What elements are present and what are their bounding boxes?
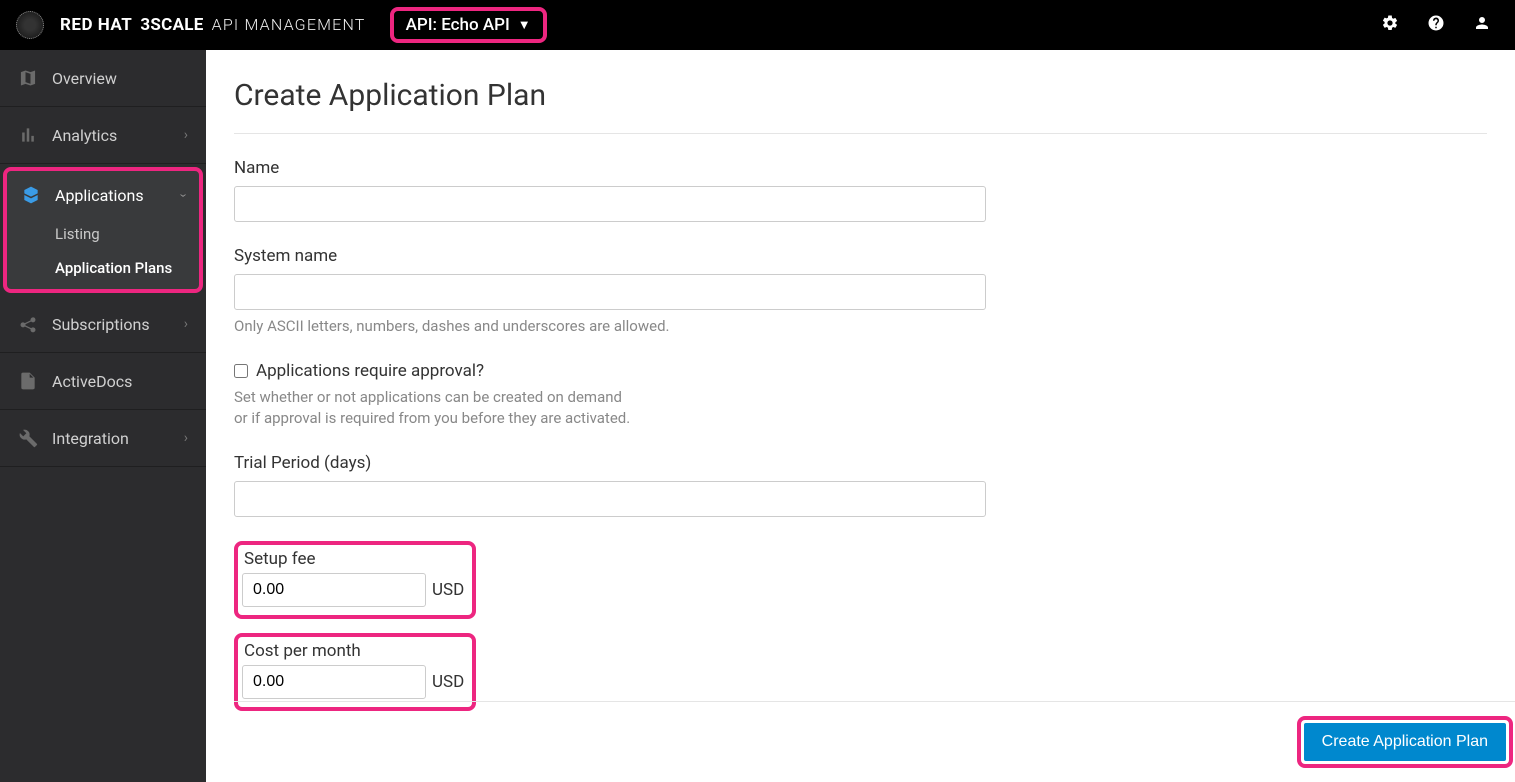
currency-label: USD bbox=[432, 672, 464, 692]
create-plan-form: Name System name Only ASCII letters, num… bbox=[234, 158, 986, 725]
setup-fee-field-group: Setup fee USD bbox=[234, 541, 986, 633]
cubes-icon bbox=[21, 185, 41, 205]
api-selector-label: API: Echo API bbox=[406, 15, 510, 35]
trial-period-input[interactable] bbox=[234, 481, 986, 517]
sidebar-item-label: Integration bbox=[52, 429, 129, 448]
chart-icon bbox=[18, 125, 38, 145]
cost-per-month-label: Cost per month bbox=[244, 641, 464, 661]
sidebar-item-overview[interactable]: Overview bbox=[0, 50, 206, 107]
approval-hint: Set whether or not applications can be c… bbox=[234, 387, 986, 429]
brand-3scale: 3SCALE bbox=[140, 15, 203, 35]
trial-period-field-group: Trial Period (days) bbox=[234, 453, 986, 517]
user-icon[interactable] bbox=[1473, 14, 1491, 36]
page-title: Create Application Plan bbox=[234, 78, 1487, 113]
sidebar-item-label: Applications bbox=[55, 186, 144, 205]
sidebar-group-applications: Applications › Listing Application Plans bbox=[3, 167, 203, 293]
brand: RED HAT 3SCALE API MANAGEMENT bbox=[60, 15, 366, 35]
system-name-label: System name bbox=[234, 246, 986, 266]
create-application-plan-button[interactable]: Create Application Plan bbox=[1304, 723, 1506, 761]
name-input[interactable] bbox=[234, 186, 986, 222]
chevron-down-icon: ▼ bbox=[518, 17, 531, 33]
sidebar-subitem-listing[interactable]: Listing bbox=[7, 217, 199, 251]
sidebar-item-activedocs[interactable]: ActiveDocs bbox=[0, 353, 206, 410]
divider bbox=[234, 133, 1487, 134]
approval-checkbox[interactable] bbox=[234, 364, 248, 378]
approval-field-group: Applications require approval? Set wheth… bbox=[234, 361, 986, 429]
name-label: Name bbox=[234, 158, 986, 178]
sidebar-item-label: ActiveDocs bbox=[52, 372, 132, 391]
top-header: RED HAT 3SCALE API MANAGEMENT API: Echo … bbox=[0, 0, 1515, 50]
currency-label: USD bbox=[432, 580, 464, 600]
chevron-right-icon: › bbox=[184, 127, 188, 143]
sidebar: Overview Analytics › Applications › List… bbox=[0, 50, 206, 782]
system-name-hint: Only ASCII letters, numbers, dashes and … bbox=[234, 316, 986, 337]
api-selector-dropdown[interactable]: API: Echo API ▼ bbox=[390, 7, 547, 43]
share-icon bbox=[18, 314, 38, 334]
header-actions bbox=[1381, 14, 1491, 36]
system-name-input[interactable] bbox=[234, 274, 986, 310]
help-icon[interactable] bbox=[1427, 14, 1445, 36]
footer-actions: Create Application Plan bbox=[234, 701, 1515, 782]
sidebar-item-label: Analytics bbox=[52, 126, 117, 145]
setup-fee-input[interactable] bbox=[242, 573, 426, 607]
name-field-group: Name bbox=[234, 158, 986, 222]
sidebar-item-label: Application Plans bbox=[55, 259, 172, 277]
sidebar-item-label: Listing bbox=[55, 225, 100, 243]
approval-label: Applications require approval? bbox=[256, 361, 484, 381]
submit-highlight: Create Application Plan bbox=[1297, 716, 1513, 768]
brand-redhat: RED HAT bbox=[60, 15, 132, 35]
setup-fee-label: Setup fee bbox=[244, 549, 464, 569]
main-content: Create Application Plan Name System name… bbox=[206, 50, 1515, 782]
chevron-right-icon: › bbox=[184, 430, 188, 446]
brand-api-mgmt: API MANAGEMENT bbox=[212, 15, 366, 34]
wrench-icon bbox=[18, 428, 38, 448]
sidebar-item-label: Overview bbox=[52, 69, 117, 88]
chevron-right-icon: › bbox=[184, 316, 188, 332]
trial-period-label: Trial Period (days) bbox=[234, 453, 986, 473]
sidebar-subitem-application-plans[interactable]: Application Plans bbox=[7, 251, 199, 289]
sidebar-item-label: Subscriptions bbox=[52, 315, 150, 334]
cost-per-month-input[interactable] bbox=[242, 665, 426, 699]
sidebar-item-integration[interactable]: Integration › bbox=[0, 410, 206, 467]
sidebar-item-applications[interactable]: Applications › bbox=[7, 171, 199, 217]
sidebar-item-analytics[interactable]: Analytics › bbox=[0, 107, 206, 164]
file-icon bbox=[18, 371, 38, 391]
map-icon bbox=[18, 68, 38, 88]
system-name-field-group: System name Only ASCII letters, numbers,… bbox=[234, 246, 986, 337]
gear-icon[interactable] bbox=[1381, 14, 1399, 36]
chevron-down-icon: › bbox=[176, 193, 191, 197]
logo-icon bbox=[16, 11, 44, 39]
sidebar-item-subscriptions[interactable]: Subscriptions › bbox=[0, 296, 206, 353]
